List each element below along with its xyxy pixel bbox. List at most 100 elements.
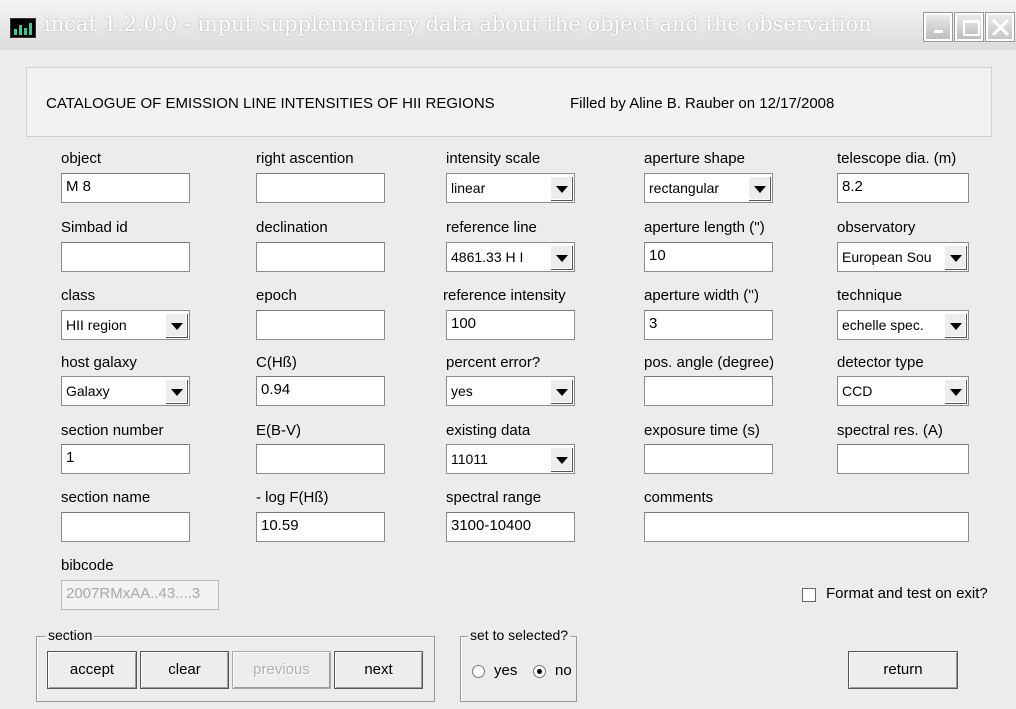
class-select[interactable]: HII region [61,310,190,340]
chevron-down-icon[interactable] [748,176,770,200]
selected-group-legend: set to selected? [468,627,571,643]
chevron-down-icon[interactable] [944,245,966,269]
no-radio[interactable] [533,665,546,678]
chevron-down-icon[interactable] [944,313,966,337]
exposure-time-label: exposure time (s) [644,422,760,439]
host-galaxy-select[interactable]: Galaxy [61,376,190,406]
yes-radio-label[interactable]: yes [494,662,517,679]
chevron-down-icon[interactable] [550,176,572,200]
host-galaxy-value: Galaxy [66,383,110,399]
ebv-input[interactable] [256,444,385,474]
declination-label: declination [256,219,328,236]
chb-label: C(Hß) [256,354,297,371]
host-galaxy-label: host galaxy [61,354,137,371]
ebv-label: E(B-V) [256,422,301,439]
reference-line-value: 4861.33 H I [451,249,524,265]
format-test-label[interactable]: Format and test on exit? [826,585,988,602]
percent-error-label: percent error? [446,354,541,371]
section-group-legend: section [46,627,95,643]
filled-by-text: Filled by Aline B. Rauber on 12/17/2008 [570,95,835,112]
observatory-value: European Sou [842,249,932,265]
accept-button[interactable]: accept [47,651,137,689]
log-f-hbeta-input[interactable]: 10.59 [256,512,385,542]
log-f-hbeta-label: - log F(Hß) [256,489,329,506]
title-bar[interactable]: incat 1.2.0.0 - input supplementary data… [0,0,1016,50]
simbad-id-input[interactable] [61,242,190,272]
aperture-shape-label: aperture shape [644,150,745,167]
aperture-width-input[interactable]: 3 [644,310,773,340]
telescope-diameter-input[interactable]: 8.2 [837,173,969,203]
existing-data-select[interactable]: 11011 [446,444,575,474]
no-radio-label[interactable]: no [555,662,572,679]
dialog-window: incat 1.2.0.0 - input supplementary data… [0,0,1016,709]
section-name-label: section name [61,489,151,506]
comments-input[interactable] [644,512,969,542]
class-value: HII region [66,317,127,333]
existing-data-value: 11011 [451,451,488,467]
bar-chart-icon [10,18,36,38]
right-ascension-input[interactable] [256,173,385,203]
observatory-label: observatory [837,219,916,236]
next-button[interactable]: next [334,651,423,689]
previous-button: previous [232,651,331,689]
return-button[interactable]: return [848,651,958,689]
intensity-scale-label: intensity scale [446,150,541,167]
position-angle-label: pos. angle (degree) [644,354,775,371]
chevron-down-icon[interactable] [165,379,187,403]
aperture-shape-value: rectangular [649,180,720,196]
chevron-down-icon[interactable] [550,447,572,471]
reference-line-label: reference line [446,219,537,236]
spectral-range-label: spectral range [446,489,542,506]
technique-label: technique [837,287,903,304]
technique-select[interactable]: echelle spec. [837,310,969,340]
comments-label: comments [644,489,714,506]
detector-type-label: detector type [837,354,924,371]
reference-intensity-label: reference intensity [443,287,566,304]
detector-type-select[interactable]: CCD [837,376,969,406]
object-label: object [61,150,102,167]
object-input[interactable]: M 8 [61,173,190,203]
chevron-down-icon[interactable] [944,379,966,403]
declination-input[interactable] [256,242,385,272]
bibcode-input: 2007RMxAA..43....3 [61,580,219,610]
simbad-id-label: Simbad id [61,219,128,236]
exposure-time-input[interactable] [644,444,773,474]
clear-button[interactable]: clear [140,651,229,689]
telescope-diameter-label: telescope dia. (m) [837,150,957,167]
minimize-icon[interactable] [924,13,952,41]
aperture-length-label: aperture length ('') [644,219,765,236]
aperture-length-input[interactable]: 10 [644,242,773,272]
position-angle-input[interactable] [644,376,773,406]
section-number-label: section number [61,422,164,439]
bibcode-label: bibcode [61,557,114,574]
chevron-down-icon[interactable] [550,245,572,269]
aperture-shape-select[interactable]: rectangular [644,173,773,203]
epoch-input[interactable] [256,310,385,340]
intensity-scale-select[interactable]: linear [446,173,575,203]
reference-line-select[interactable]: 4861.33 H I [446,242,575,272]
class-label: class [61,287,96,304]
percent-error-select[interactable]: yes [446,376,575,406]
detector-type-value: CCD [842,383,873,399]
catalogue-title: CATALOGUE OF EMISSION LINE INTENSITIES O… [46,95,495,112]
existing-data-label: existing data [446,422,531,439]
section-number-input[interactable]: 1 [61,444,190,474]
close-icon[interactable] [986,13,1014,41]
window-title: incat 1.2.0.0 - input supplementary data… [44,12,872,36]
spectral-resolution-input[interactable] [837,444,969,474]
intensity-scale-value: linear [451,180,486,196]
reference-intensity-input[interactable]: 100 [446,310,575,340]
section-name-input[interactable] [61,512,190,542]
spectral-resolution-label: spectral res. (A) [837,422,943,439]
percent-error-value: yes [451,383,473,399]
chb-input[interactable]: 0.94 [256,376,385,406]
epoch-label: epoch [256,287,297,304]
yes-radio[interactable] [472,665,485,678]
chevron-down-icon[interactable] [550,379,572,403]
format-test-checkbox[interactable] [802,588,816,602]
spectral-range-input[interactable]: 3100-10400 [446,512,575,542]
observatory-select[interactable]: European Sou [837,242,969,272]
chevron-down-icon[interactable] [165,313,187,337]
maximize-icon[interactable] [955,13,983,41]
right-ascension-label: right ascention [256,150,354,167]
